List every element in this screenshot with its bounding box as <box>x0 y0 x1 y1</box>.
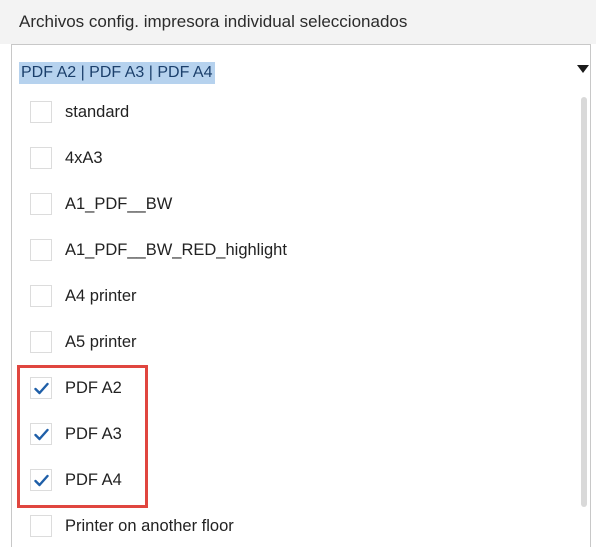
printer-config-panel: Archivos config. impresora individual se… <box>0 0 596 547</box>
option-a4-printer[interactable]: A4 printer <box>12 275 572 321</box>
option-pdf-a4[interactable]: PDF A4 <box>12 459 572 505</box>
checkmark-icon <box>34 428 49 441</box>
option-pdf-a3[interactable]: PDF A3 <box>12 413 572 459</box>
option-label: 4xA3 <box>65 149 103 167</box>
option-label: PDF A2 <box>65 379 122 397</box>
checkbox[interactable] <box>30 101 52 123</box>
option-4xa3[interactable]: 4xA3 <box>12 137 572 183</box>
option-label: PDF A3 <box>65 425 122 443</box>
option-label: Printer on another floor <box>65 517 234 535</box>
checkmark-icon <box>34 474 49 487</box>
multiselect-head[interactable]: PDF A2 | PDF A3 | PDF A4 <box>12 45 590 91</box>
option-label: A5 printer <box>65 333 137 351</box>
option-standard[interactable]: standard <box>12 91 572 137</box>
checkbox[interactable] <box>30 239 52 261</box>
option-a1-pdf-bw-red-highlight[interactable]: A1_PDF__BW_RED_highlight <box>12 229 572 275</box>
panel-header: Archivos config. impresora individual se… <box>0 0 596 44</box>
chevron-down-icon[interactable] <box>577 65 589 73</box>
option-label: A1_PDF__BW <box>65 195 173 213</box>
checkbox[interactable] <box>30 285 52 307</box>
option-a1-pdf-bw[interactable]: A1_PDF__BW <box>12 183 572 229</box>
checkbox[interactable] <box>30 515 52 537</box>
option-label: standard <box>65 103 130 121</box>
option-printer-on-another-floor[interactable]: Printer on another floor <box>12 505 572 547</box>
checkmark-icon <box>34 382 49 395</box>
printer-config-multiselect[interactable]: PDF A2 | PDF A3 | PDF A4 standard 4xA3 A… <box>11 44 591 547</box>
option-label: PDF A4 <box>65 471 122 489</box>
checkbox-checked[interactable] <box>30 469 52 491</box>
scrollbar[interactable] <box>581 97 587 507</box>
selected-value-text[interactable]: PDF A2 | PDF A3 | PDF A4 <box>19 62 215 84</box>
checkbox[interactable] <box>30 331 52 353</box>
option-a5-printer[interactable]: A5 printer <box>12 321 572 367</box>
checkbox[interactable] <box>30 147 52 169</box>
checkbox-checked[interactable] <box>30 377 52 399</box>
checkbox[interactable] <box>30 193 52 215</box>
options-list: standard 4xA3 A1_PDF__BW A1_PDF__BW_RED_… <box>12 91 577 547</box>
option-pdf-a2[interactable]: PDF A2 <box>12 367 572 413</box>
option-label: A4 printer <box>65 287 137 305</box>
checkbox-checked[interactable] <box>30 423 52 445</box>
option-label: A1_PDF__BW_RED_highlight <box>65 241 287 259</box>
panel-title: Archivos config. impresora individual se… <box>19 12 408 31</box>
